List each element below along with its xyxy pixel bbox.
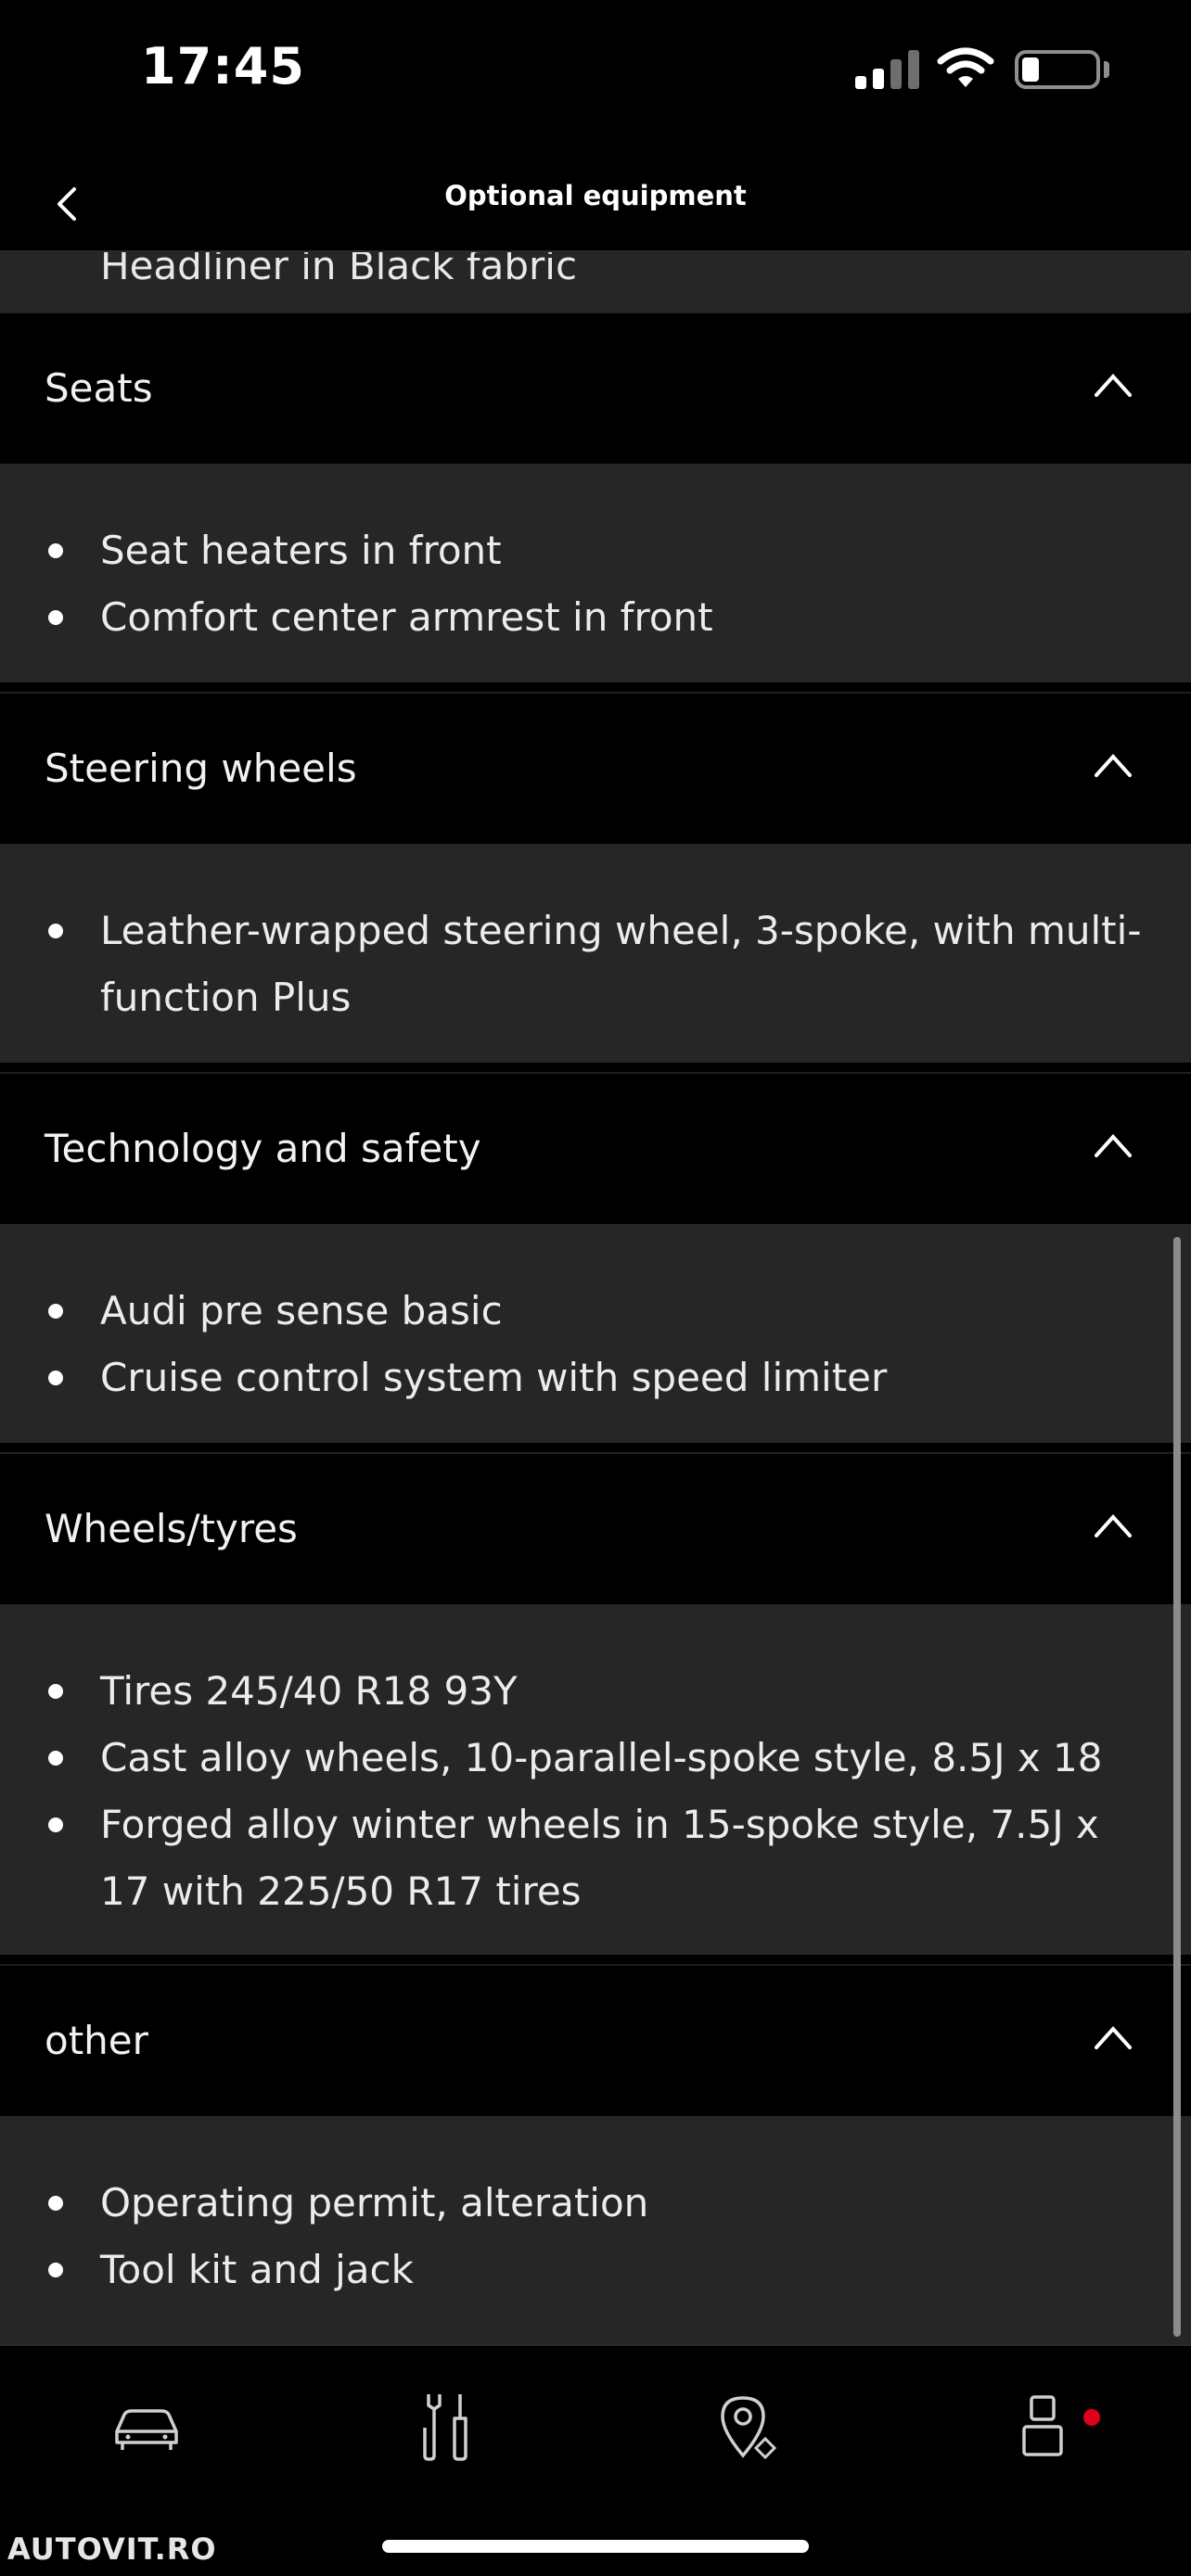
section-header-seats[interactable]: Seats: [0, 312, 1191, 464]
nav-bar: Optional equipment: [0, 139, 1191, 252]
section-body-steering-wheels: Leather-wrapped steering wheel, 3-spoke,…: [0, 844, 1191, 1063]
section-title: other: [45, 2018, 148, 2063]
bullet-icon: [48, 924, 63, 938]
car-icon: [115, 2409, 178, 2450]
list-item: Forged alloy winter wheels in 15-spoke s…: [0, 1792, 1191, 1925]
list-item: Operating permit, alteration: [0, 2170, 1191, 2237]
list-item: Headliner in Black fabric: [100, 252, 578, 288]
profile-icon: [1022, 2395, 1063, 2456]
wifi-icon: [937, 47, 994, 87]
section-body-seats: Seat heaters in front Comfort center arm…: [0, 464, 1191, 682]
section-body-wheels-tyres: Tires 245/40 R18 93Y Cast alloy wheels, …: [0, 1604, 1191, 1955]
bullet-icon: [48, 1304, 63, 1319]
section-title: Steering wheels: [45, 746, 357, 791]
section-title: Wheels/tyres: [45, 1506, 298, 1551]
section-body-other: Operating permit, alteration Tool kit an…: [0, 2116, 1191, 2344]
section-header-technology-safety[interactable]: Technology and safety: [0, 1072, 1191, 1224]
status-time: 17:45: [141, 37, 305, 96]
tab-map[interactable]: [701, 2379, 794, 2472]
list-item: Tool kit and jack: [0, 2237, 1191, 2303]
bullet-icon: [48, 2263, 63, 2277]
bullet-icon: [48, 1684, 63, 1699]
page-title: Optional equipment: [444, 180, 747, 211]
cellular-signal-icon: [855, 50, 920, 89]
list-item: Seat heaters in front: [0, 517, 1191, 584]
chevron-up-icon: [1095, 2026, 1132, 2049]
home-indicator[interactable]: [382, 2540, 809, 2553]
scrollbar[interactable]: [1173, 1237, 1181, 2337]
bullet-icon: [48, 1817, 63, 1832]
chevron-up-icon: [1095, 1514, 1132, 1537]
list-item: Cast alloy wheels, 10-parallel-spoke sty…: [0, 1725, 1191, 1792]
notification-badge: [1083, 2409, 1100, 2426]
bullet-icon: [48, 543, 63, 558]
bullet-icon: [48, 2196, 63, 2211]
bullet-icon: [48, 610, 63, 625]
section-title: Technology and safety: [45, 1126, 481, 1171]
section-header-steering-wheels[interactable]: Steering wheels: [0, 692, 1191, 844]
list-item: Leather-wrapped steering wheel, 3-spoke,…: [0, 898, 1191, 1031]
list-item: Comfort center armrest in front: [0, 584, 1191, 651]
previous-section-body: Headliner in Black fabric: [0, 252, 1191, 312]
tab-profile[interactable]: [996, 2379, 1089, 2472]
chevron-up-icon: [1095, 1134, 1132, 1157]
equipment-list[interactable]: Headliner in Black fabric Seats Seat hea…: [0, 252, 1191, 2344]
tab-car[interactable]: [100, 2379, 193, 2472]
battery-icon: [1015, 50, 1100, 89]
watermark-logo: AUTOVIT.RO: [7, 2531, 217, 2567]
section-header-wheels-tyres[interactable]: Wheels/tyres: [0, 1452, 1191, 1604]
list-item: Tires 245/40 R18 93Y: [0, 1658, 1191, 1725]
section-body-technology-safety: Audi pre sense basic Cruise control syst…: [0, 1224, 1191, 1443]
chevron-up-icon: [1095, 374, 1132, 397]
section-title: Seats: [45, 365, 153, 411]
chevron-up-icon: [1095, 754, 1132, 777]
list-item: Audi pre sense basic: [0, 1278, 1191, 1345]
status-bar: 17:45: [0, 0, 1191, 139]
list-item: Cruise control system with speed limiter: [0, 1345, 1191, 1411]
tools-icon: [423, 2394, 467, 2461]
map-pin-icon: [721, 2396, 777, 2460]
bullet-icon: [48, 1751, 63, 1766]
battery-cap: [1104, 61, 1109, 78]
bullet-icon: [48, 1371, 63, 1385]
tab-service[interactable]: [401, 2379, 493, 2472]
section-header-other[interactable]: other: [0, 1964, 1191, 2116]
